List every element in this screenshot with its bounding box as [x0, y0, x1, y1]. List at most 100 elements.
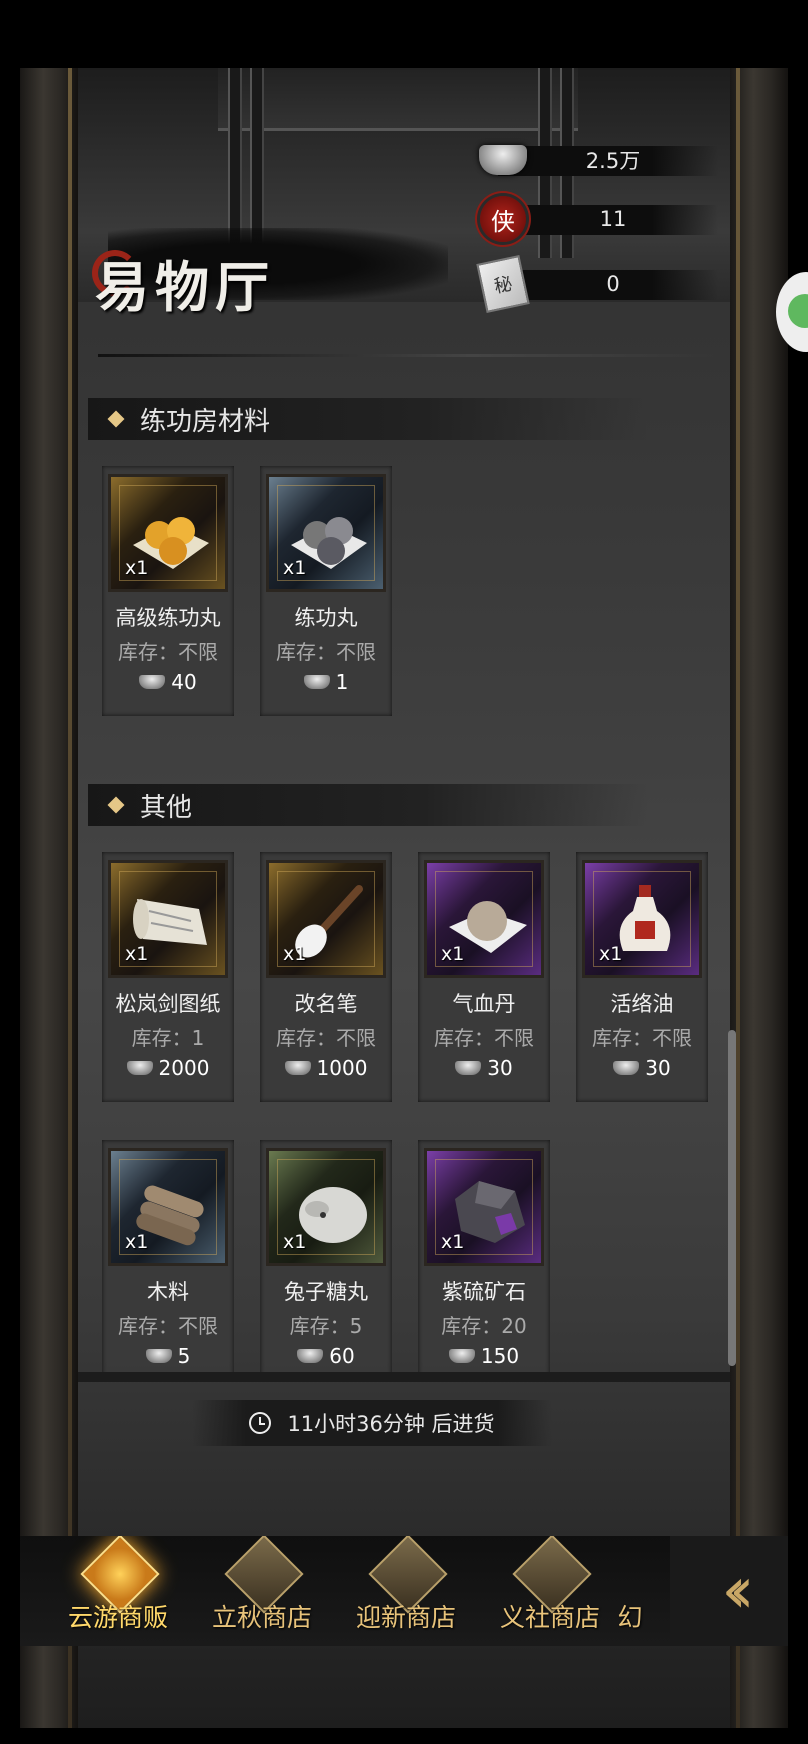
item-name: 活络油 [610, 992, 674, 1016]
item-price: 40 [102, 670, 234, 694]
secret-book-icon: 秘 [476, 254, 530, 314]
tab-autumn-shop[interactable]: 立秋商店 [192, 1536, 332, 1646]
left-pillar-decoration [20, 68, 78, 1728]
treasure-chest-icon [222, 1536, 304, 1614]
item-frame: x1 [266, 860, 386, 978]
item-frame: x1 [108, 474, 228, 592]
currency-secret-book-value: 0 [606, 272, 620, 296]
currency-secret-book[interactable]: 秘 0 [476, 254, 718, 314]
item-card-rabbit-candy[interactable]: x1 兔子糖丸 库存：5 60 [260, 1140, 392, 1372]
item-name: 松岚剑图纸 [115, 992, 221, 1016]
restock-text: 11小时36分钟 后进货 [287, 1412, 495, 1436]
tab-label: 云游商贩 [67, 1603, 168, 1632]
currency-chivalry[interactable]: 侠 11 [478, 196, 718, 242]
currency-silver[interactable]: 2.5万 [478, 138, 718, 182]
tab-label: 立秋商店 [211, 1603, 312, 1632]
item-card-purple-sulfur-ore[interactable]: x1 紫硫矿石 库存：20 150 [418, 1140, 550, 1372]
tab-label: 幻 [617, 1603, 643, 1632]
currency-chivalry-value: 11 [599, 207, 627, 231]
item-name: 兔子糖丸 [284, 1280, 368, 1304]
tab-welcome-shop[interactable]: 迎新商店 [336, 1536, 476, 1646]
item-stock: 库存：5 [289, 1314, 363, 1338]
item-price: 60 [260, 1344, 392, 1368]
shop-item-list[interactable]: 练功房材料 其他 x1 高级练功丸 库存：不限 40 x1 练功丸 库存：不限 … [78, 302, 730, 1372]
silver-ingot-icon [284, 1061, 311, 1075]
item-stock: 库存：不限 [592, 1026, 692, 1050]
item-name: 改名笔 [294, 992, 358, 1016]
item-stock: 库存：不限 [276, 640, 376, 664]
item-quantity: x1 [125, 1231, 149, 1253]
item-price: 30 [576, 1056, 708, 1080]
currency-silver-value: 2.5万 [585, 149, 641, 173]
item-stock: 库存：不限 [118, 1314, 218, 1338]
item-quantity: x1 [283, 1231, 307, 1253]
item-price: 1 [260, 670, 392, 694]
silver-ingot-icon [145, 1349, 172, 1363]
item-frame: x1 [424, 860, 544, 978]
silver-ingot-icon [455, 1061, 482, 1075]
collapse-tabs-chevron-icon[interactable]: ‹‹ [670, 1536, 788, 1646]
item-quantity: x1 [441, 1231, 465, 1253]
item-quantity: x1 [441, 943, 465, 965]
item-frame: x1 [266, 1148, 386, 1266]
item-price: 150 [418, 1344, 550, 1368]
item-name: 紫硫矿石 [442, 1280, 526, 1304]
item-card-advanced-training-pill[interactable]: x1 高级练功丸 库存：不限 40 [102, 466, 234, 716]
silver-ingot-icon [139, 675, 166, 689]
list-bottom-frame [78, 1372, 730, 1382]
item-name: 木料 [147, 1280, 189, 1304]
item-stock: 库存：不限 [434, 1026, 534, 1050]
item-quantity: x1 [125, 943, 149, 965]
restock-timer: 11小时36分钟 后进货 [192, 1400, 552, 1446]
tab-wandering-merchant[interactable]: 云游商贩 [48, 1536, 188, 1646]
chivalry-seal-icon: 侠 [478, 196, 528, 242]
merchant-coin-icon [78, 1536, 160, 1614]
tab-partial-illusion-shop[interactable]: 幻 [600, 1536, 660, 1646]
diamond-bullet-icon [107, 796, 125, 814]
item-price: 30 [418, 1056, 550, 1080]
list-scrollbar[interactable] [728, 1030, 736, 1366]
tab-label: 义社商店 [499, 1603, 600, 1632]
item-stock: 库存：20 [441, 1314, 527, 1338]
hall-background [218, 68, 578, 131]
section-label: 其他 [140, 792, 193, 823]
silver-ingot-icon [126, 1061, 153, 1075]
silver-ingot-icon [303, 675, 330, 689]
tab-label: 迎新商店 [355, 1603, 456, 1632]
item-card-medicated-oil[interactable]: x1 活络油 库存：不限 30 [576, 852, 708, 1102]
item-card-training-pill[interactable]: x1 练功丸 库存：不限 1 [260, 466, 392, 716]
item-name: 高级练功丸 [115, 606, 221, 630]
item-stock: 库存：1 [131, 1026, 205, 1050]
diamond-bullet-icon [107, 410, 125, 428]
item-frame: x1 [582, 860, 702, 978]
item-card-rename-brush[interactable]: x1 改名笔 库存：不限 1000 [260, 852, 392, 1102]
section-header-training-materials: 练功房材料 [88, 398, 648, 440]
item-name: 气血丹 [452, 992, 516, 1016]
tab-guild-shop[interactable]: 义社商店 [480, 1536, 620, 1646]
silver-ingot-icon [297, 1349, 324, 1363]
item-quantity: x1 [599, 943, 623, 965]
item-card-wood[interactable]: x1 木料 库存：不限 5 [102, 1140, 234, 1372]
item-card-sword-blueprint[interactable]: x1 松岚剑图纸 库存：1 2000 [102, 852, 234, 1102]
clock-icon [249, 1412, 272, 1434]
section-header-others: 其他 [88, 784, 648, 826]
item-stock: 库存：不限 [276, 1026, 376, 1050]
shop-tab-bar: 云游商贩 立秋商店 迎新商店 义社商店 幻 ‹‹ [20, 1536, 788, 1646]
silver-ingot-icon [478, 138, 528, 182]
item-frame: x1 [266, 474, 386, 592]
item-price: 5 [102, 1344, 234, 1368]
item-name: 练功丸 [294, 606, 358, 630]
righteousness-seal-icon [510, 1536, 592, 1614]
item-card-blood-pill[interactable]: x1 气血丹 库存：不限 30 [418, 852, 550, 1102]
item-quantity: x1 [283, 557, 307, 579]
silver-ingot-icon [448, 1349, 475, 1363]
section-label: 练功房材料 [140, 406, 271, 437]
item-frame: x1 [108, 860, 228, 978]
treasure-chest-icon [366, 1536, 448, 1614]
item-price: 1000 [260, 1056, 392, 1080]
item-quantity: x1 [125, 557, 149, 579]
item-quantity: x1 [283, 943, 307, 965]
silver-ingot-icon [613, 1061, 640, 1075]
shop-screen: 易物厅 2.5万 侠 11 秘 0 练功房材料 其他 x1 高级练功丸 库存：不… [20, 68, 788, 1728]
item-price: 2000 [102, 1056, 234, 1080]
